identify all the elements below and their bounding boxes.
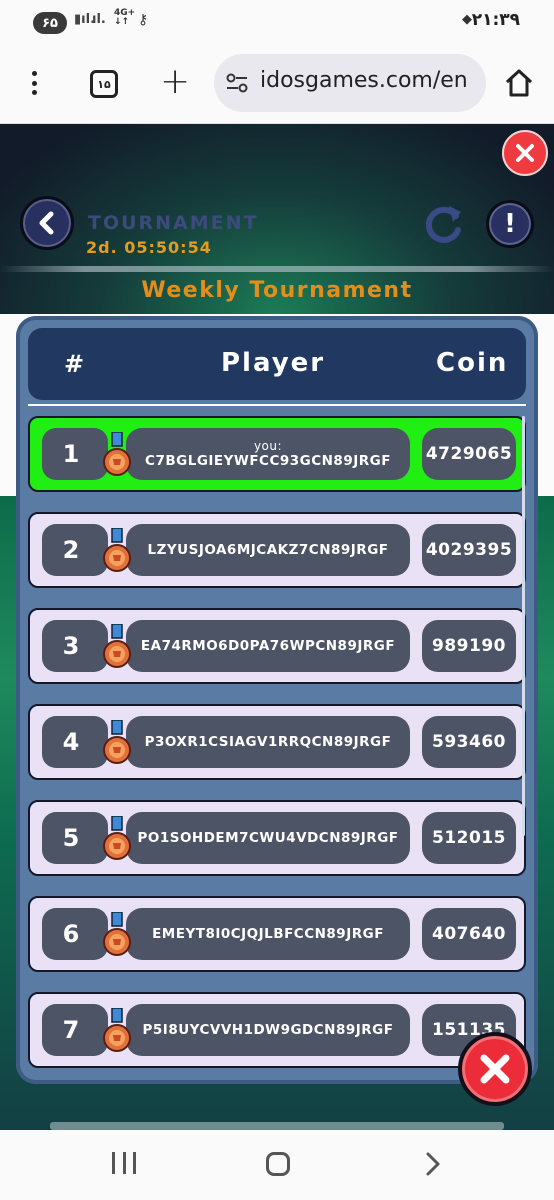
player-name: EMEYT8I0CJQJLBFCCN89JRGF — [126, 908, 410, 960]
leaderboard-row: 2 LZYUSJOA6MJCAKZ7CN89JRGF 4029395 — [28, 512, 526, 588]
page-title: TOURNAMENT — [88, 212, 259, 234]
coin-value: 512015 — [422, 812, 516, 864]
close-icon — [516, 144, 534, 162]
battery-indicator: ۶۵ — [33, 12, 67, 34]
medal-icon — [103, 432, 131, 476]
leaderboard-panel: # Player Coin 1 you: C7BGLGIEYWFCC93GCN8… — [16, 316, 538, 1084]
back-button[interactable] — [20, 196, 74, 250]
more-menu-icon[interactable] — [22, 66, 46, 100]
coin-value: 4729065 — [422, 428, 516, 480]
player-name: you: C7BGLGIEYWFCC93GCN89JRGF — [126, 428, 410, 480]
leaderboard-row: 7 P5I8UYCVVH1DW9GDCN89JRGF 151135 — [28, 992, 526, 1068]
coin-value: 407640 — [422, 908, 516, 960]
coin-value: 593460 — [422, 716, 516, 768]
leaderboard-row-current-player: 1 you: C7BGLGIEYWFCC93GCN89JRGF 4729065 — [28, 416, 526, 492]
bottom-decoration — [50, 1122, 504, 1130]
leaderboard-row: 6 EMEYT8I0CJQJLBFCCN89JRGF 407640 — [28, 896, 526, 972]
player-name: P5I8UYCVVH1DW9GDCN89JRGF — [126, 1004, 410, 1056]
rank-value: 6 — [42, 908, 108, 960]
rank-value: 1 — [42, 428, 108, 480]
url-text[interactable]: idosgames.com/en — [260, 68, 476, 93]
tournament-timer: 2d. 05:50:54 — [86, 238, 212, 257]
leaderboard-row: 4 P3OXR1CSIAGV1RRQCN89JRGF 593460 — [28, 704, 526, 780]
leaderboard-list[interactable]: 1 you: C7BGLGIEYWFCC93GCN89JRGF 4729065 … — [16, 416, 538, 1076]
player-name: EA74RMO6D0PA76WPCN89JRGF — [126, 620, 410, 672]
player-name: P3OXR1CSIAGV1RRQCN89JRGF — [126, 716, 410, 768]
medal-icon — [103, 816, 131, 860]
rank-value: 4 — [42, 716, 108, 768]
tournament-title: Weekly Tournament — [141, 278, 413, 303]
medal-icon — [103, 624, 131, 668]
browser-toolbar: ۱۵ + idosgames.com/en — [0, 46, 554, 124]
status-time: ۲۱:۳۹ — [471, 10, 520, 30]
column-coin: Coin — [436, 348, 509, 378]
status-bar: ۶۵ ▮ıl. ıl. 4G+ ↓↑ ⚷ ◆ ۲۱:۳۹ — [0, 0, 554, 46]
new-tab-icon[interactable]: + — [160, 60, 190, 104]
medal-icon — [103, 720, 131, 764]
close-icon — [480, 1054, 510, 1084]
coin-value: 4029395 — [422, 524, 516, 576]
network-type: 4G+ ↓↑ — [114, 8, 136, 27]
medal-icon — [103, 912, 131, 956]
home-icon[interactable] — [504, 68, 534, 98]
medal-icon — [103, 1008, 131, 1052]
rank-value: 2 — [42, 524, 108, 576]
player-name: LZYUSJOA6MJCAKZ7CN89JRGF — [126, 524, 410, 576]
header-divider-line — [28, 404, 526, 406]
signal-icon-2: ıl. — [92, 12, 106, 27]
rank-value: 3 — [42, 620, 108, 672]
chevron-left-icon — [39, 211, 54, 235]
leaderboard-header: # Player Coin — [28, 328, 526, 400]
back-nav-icon[interactable] — [420, 1150, 446, 1178]
tab-switcher-button[interactable]: ۱۵ — [90, 70, 118, 98]
info-button[interactable]: ! — [486, 200, 534, 248]
key-icon: ⚷ — [138, 12, 149, 28]
rank-value: 5 — [42, 812, 108, 864]
game-viewport: TOURNAMENT 2d. 05:50:54 ! Weekly Tournam… — [0, 124, 554, 1130]
leaderboard-row: 5 PO1SOHDEM7CWU4VDCN89JRGF 512015 — [28, 800, 526, 876]
refresh-icon[interactable] — [422, 202, 466, 246]
column-rank: # — [64, 350, 85, 378]
recent-apps-icon[interactable] — [112, 1152, 136, 1174]
address-bar[interactable]: idosgames.com/en — [214, 54, 486, 112]
player-name: PO1SOHDEM7CWU4VDCN89JRGF — [126, 812, 410, 864]
scrollbar[interactable] — [522, 416, 525, 836]
column-player: Player — [221, 348, 326, 378]
player-id: C7BGLGIEYWFCC93GCN89JRGF — [145, 453, 391, 469]
you-label: you: — [253, 439, 283, 453]
home-nav-icon[interactable] — [266, 1152, 290, 1176]
close-button[interactable] — [458, 1032, 532, 1106]
close-top-button[interactable] — [502, 130, 548, 176]
medal-icon — [103, 528, 131, 572]
coin-value: 989190 — [422, 620, 516, 672]
system-navigation-bar — [0, 1130, 554, 1200]
leaderboard-row: 3 EA74RMO6D0PA76WPCN89JRGF 989190 — [28, 608, 526, 684]
notification-icon: ◆ — [462, 12, 472, 27]
rank-value: 7 — [42, 1004, 108, 1056]
site-settings-icon[interactable] — [226, 73, 248, 93]
header-divider — [0, 266, 554, 272]
